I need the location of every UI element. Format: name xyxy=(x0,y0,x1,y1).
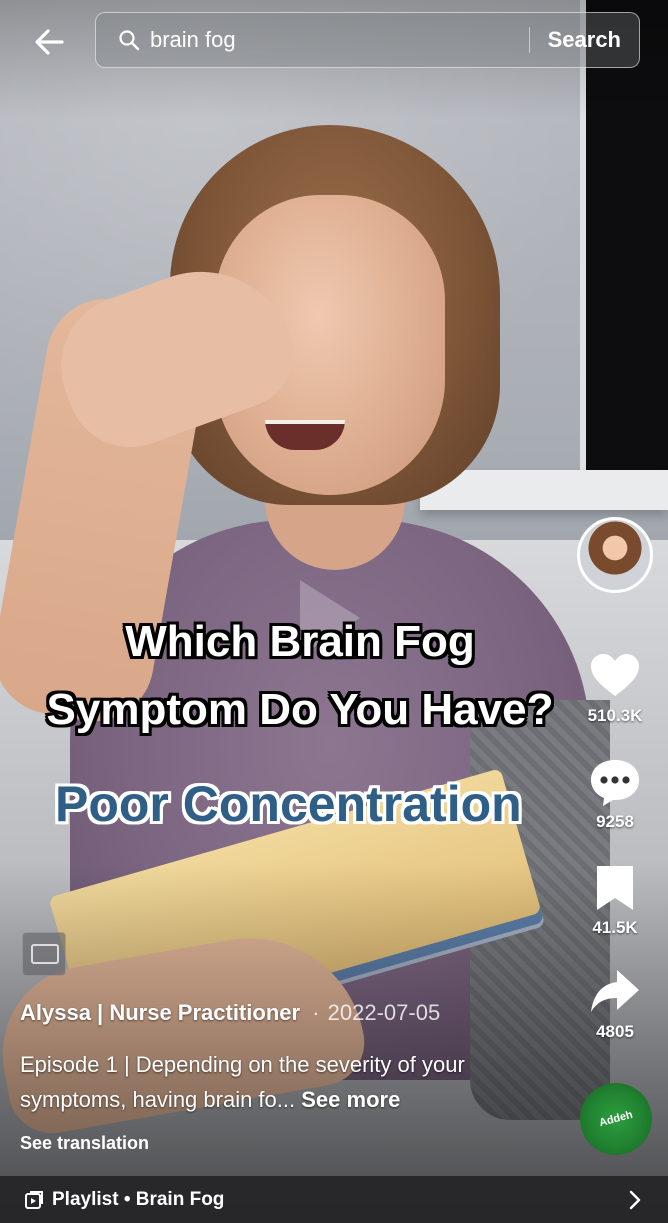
captions-icon[interactable] xyxy=(22,932,66,976)
search-divider xyxy=(528,27,530,53)
see-more-link[interactable]: See more xyxy=(301,1087,400,1112)
video-caption-line: Symptom Do You Have? xyxy=(46,685,554,735)
chevron-right-icon xyxy=(629,1190,641,1210)
creator-avatar[interactable] xyxy=(577,517,653,593)
see-translation-link[interactable]: See translation xyxy=(20,1133,149,1154)
save-count: 41.5K xyxy=(592,918,638,937)
playlist-icon xyxy=(25,1190,43,1209)
video-caption-line: Which Brain Fog xyxy=(125,617,475,666)
playlist-label: Playlist • Brain Fog xyxy=(52,1188,225,1210)
share-count: 4805 xyxy=(596,1022,634,1041)
comment-count: 9258 xyxy=(596,812,634,831)
video-overlay-shade xyxy=(0,863,668,1223)
comment-button[interactable]: 9258 xyxy=(575,754,655,832)
post-meta: Alyssa | Nurse Practitioner · 2022-07-05 xyxy=(20,1000,440,1026)
share-button[interactable]: 4805 xyxy=(575,964,655,1042)
music-disc-label: Addeh xyxy=(597,1108,635,1130)
search-query[interactable]: brain fog xyxy=(150,27,529,53)
heart-icon xyxy=(591,654,639,696)
search-button[interactable]: Search xyxy=(548,27,621,53)
back-button[interactable] xyxy=(30,22,70,62)
video-caption-highlight: Poor Concentration xyxy=(55,776,522,832)
arrow-left-icon xyxy=(35,29,64,55)
playlist-bar[interactable]: Playlist • Brain Fog xyxy=(0,1176,668,1223)
search-bar[interactable]: brain fog Search xyxy=(95,12,640,68)
like-count: 510.3K xyxy=(587,706,643,725)
video-caption: Which Brain Fog Symptom Do You Have? xyxy=(0,608,600,744)
share-icon xyxy=(591,970,639,1012)
save-button[interactable]: 41.5K xyxy=(575,860,655,938)
post-date: 2022-07-05 xyxy=(327,1000,441,1025)
post-description: Episode 1 | Depending on the severity of… xyxy=(20,1047,560,1117)
post-separator: · xyxy=(312,1000,320,1025)
comment-icon xyxy=(591,760,639,806)
bookmark-icon xyxy=(597,866,633,910)
author-name[interactable]: Alyssa | Nurse Practitioner xyxy=(20,1000,300,1025)
like-button[interactable]: 510.3K xyxy=(575,648,655,726)
search-icon xyxy=(119,30,140,51)
